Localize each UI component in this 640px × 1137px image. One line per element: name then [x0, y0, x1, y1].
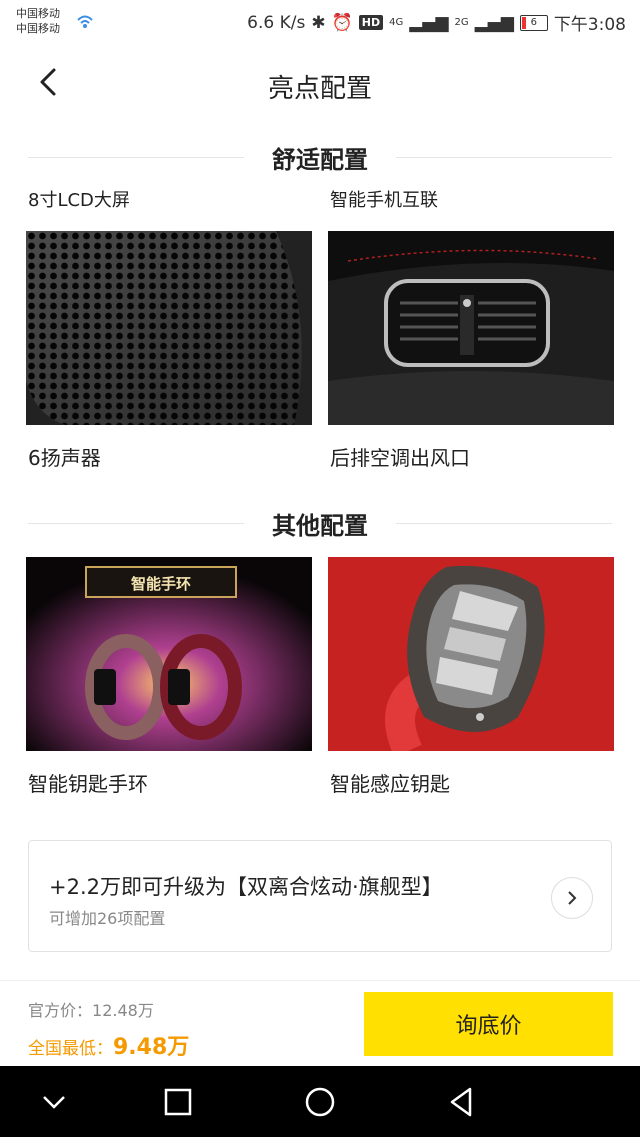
back-triangle-icon[interactable]: [444, 1084, 480, 1120]
rear-vent-image[interactable]: [328, 231, 614, 425]
carrier-1: 中国移动: [16, 7, 60, 20]
smart-band-image[interactable]: 智能手环: [26, 557, 312, 751]
caption-smart-band: 智能钥匙手环: [28, 772, 148, 796]
caption-rear-vent: 后排空调出风口: [330, 446, 470, 470]
header: 亮点配置: [0, 50, 640, 114]
signal-icon: ▂▄▆: [409, 12, 449, 33]
caption-speakers: 6扬声器: [28, 446, 101, 470]
clock: 下午3:08: [553, 15, 626, 35]
inquire-price-button[interactable]: 询底价: [364, 992, 613, 1056]
upgrade-title: +2.2万即可升级为【双离合炫动·旗舰型】: [49, 875, 443, 899]
price-bar: 官方价：12.48万 全国最低：9.48万 询底价: [0, 980, 640, 1067]
network-2g: 2G: [454, 17, 469, 28]
page-title: 亮点配置: [267, 74, 372, 104]
upgrade-subtitle: 可增加26项配置: [49, 909, 166, 928]
official-price: 官方价：12.48万: [28, 997, 154, 1021]
section-title-other: 其他配置: [28, 508, 612, 540]
section-title-comfort: 舒适配置: [28, 142, 612, 174]
section-title-text: 舒适配置: [272, 145, 368, 174]
caption-lcd-screen: 8寸LCD大屏: [28, 190, 130, 211]
caption-smart-key: 智能感应钥匙: [330, 772, 450, 796]
status-icons: 6.6 K/s ✱ ⏰ HD 4G ▂▄▆ 2G ▂▄▆ 6 下午3:08: [247, 10, 626, 36]
status-bar: 中国移动 中国移动 6.6 K/s ✱ ⏰ HD 4G ▂▄▆ 2G ▂▄▆ 6…: [0, 0, 640, 44]
upgrade-card[interactable]: +2.2万即可升级为【双离合炫动·旗舰型】 可增加26项配置: [28, 840, 612, 952]
home-icon[interactable]: [302, 1084, 338, 1120]
smart-key-image[interactable]: [328, 557, 614, 751]
signal-icon-2: ▂▄▆: [474, 12, 514, 33]
lowest-price-value: 9.48万: [113, 1035, 190, 1060]
carrier-info: 中国移动 中国移动: [16, 6, 60, 36]
network-speed: 6.6 K/s: [247, 12, 306, 33]
lowest-price: 全国最低：9.48万: [28, 1029, 189, 1061]
bluetooth-icon: ✱: [311, 12, 326, 33]
navigation-bar: [0, 1066, 640, 1137]
network-4g: 4G: [389, 17, 404, 28]
hide-keyboard-icon[interactable]: [36, 1084, 72, 1120]
battery-icon: 6: [519, 14, 548, 31]
divider: [28, 156, 244, 158]
carrier-2: 中国移动: [16, 22, 60, 35]
battery-level: 6: [530, 17, 537, 28]
smart-band-banner-text: 智能手环: [130, 575, 191, 593]
chevron-right-icon[interactable]: [551, 877, 593, 919]
official-price-value: 12.48万: [92, 1001, 154, 1020]
caption-phone-link: 智能手机互联: [330, 190, 438, 211]
divider: [28, 522, 244, 524]
hd-badge: HD: [358, 15, 384, 30]
recent-apps-icon[interactable]: [160, 1084, 196, 1120]
official-price-label: 官方价：: [28, 1001, 93, 1020]
section-title-text: 其他配置: [272, 511, 368, 540]
speaker-image[interactable]: [26, 231, 312, 425]
divider: [396, 156, 612, 158]
alarm-icon: ⏰: [331, 12, 353, 33]
divider: [396, 522, 612, 524]
lowest-price-label: 全国最低：: [28, 1039, 113, 1059]
wifi-icon: [77, 15, 93, 28]
